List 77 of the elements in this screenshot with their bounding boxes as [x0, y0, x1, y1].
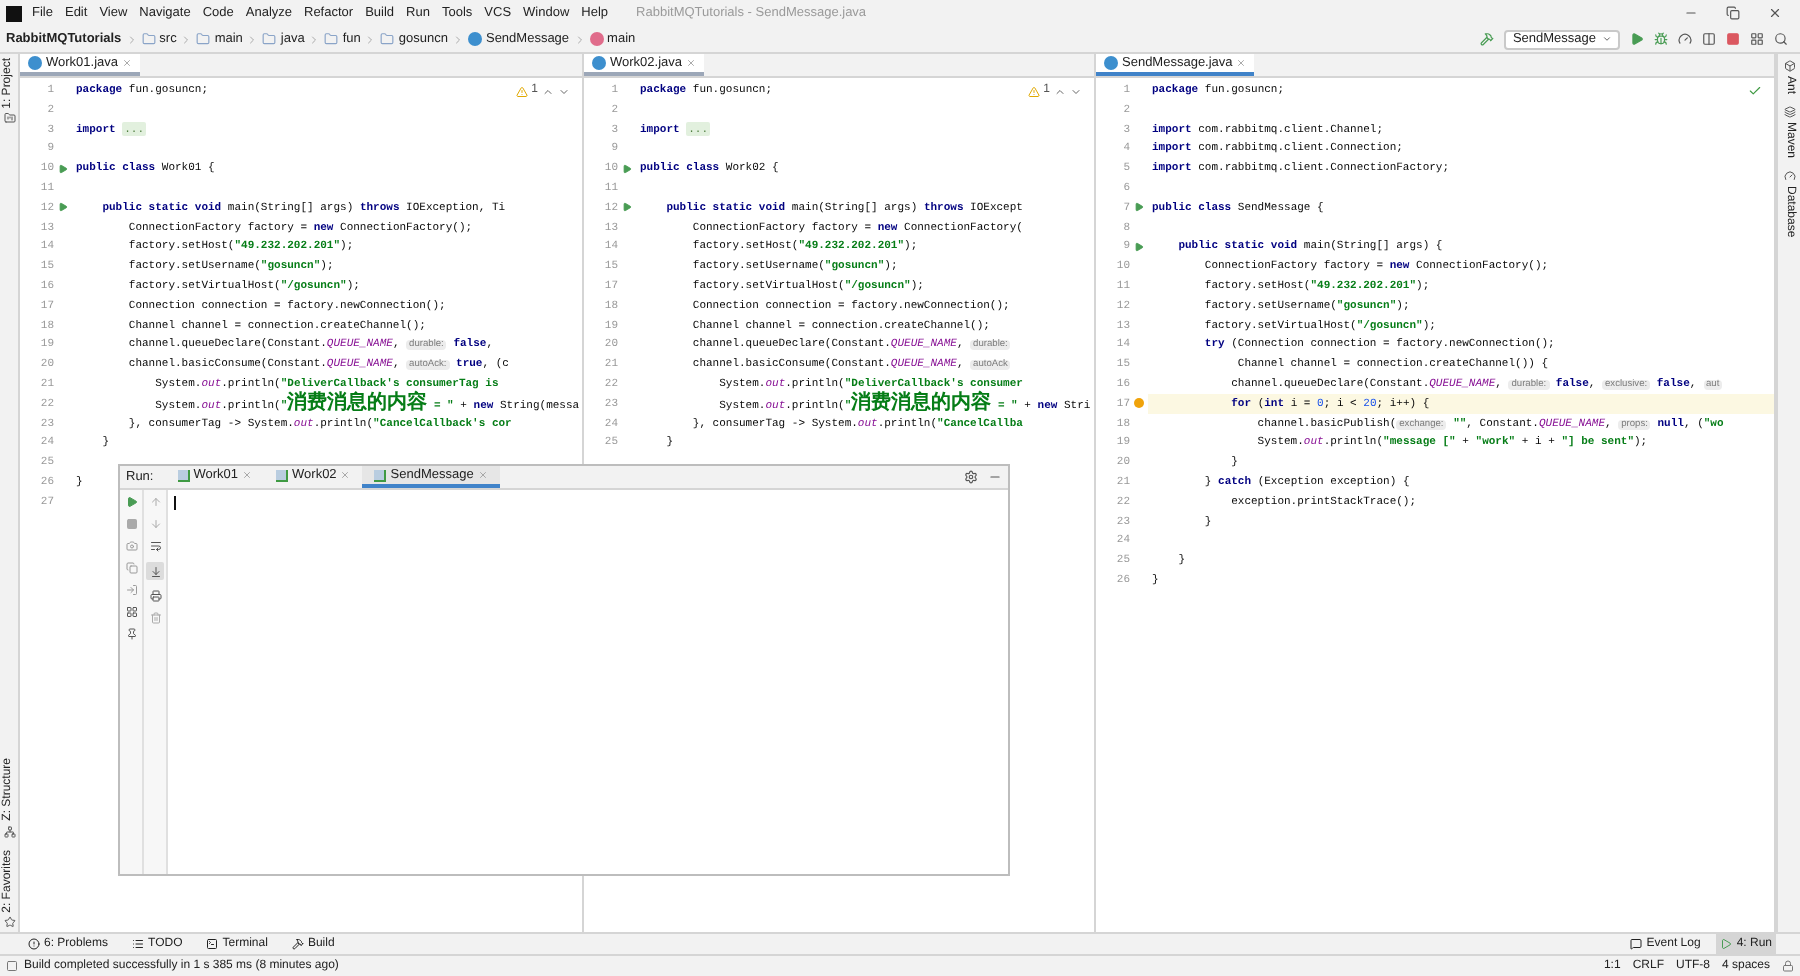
stop-icon[interactable]: [125, 518, 137, 530]
scroll-to-end-toggle[interactable]: [146, 562, 164, 580]
next-icon[interactable]: [558, 85, 570, 97]
lock-icon[interactable]: [1782, 960, 1794, 972]
run-icon[interactable]: [1630, 32, 1644, 46]
warning-icon[interactable]: [515, 85, 528, 97]
restore-icon[interactable]: [1726, 6, 1740, 20]
bug-icon[interactable]: [1654, 32, 1668, 46]
folder-icon: [324, 32, 339, 46]
folder-icon: [262, 32, 277, 46]
warning-icon[interactable]: [1027, 85, 1040, 97]
chevron-icon: [180, 33, 193, 45]
intention-bulb-icon[interactable]: [1133, 398, 1143, 409]
structure-icon: [3, 825, 15, 838]
minimize-icon[interactable]: [1684, 6, 1698, 20]
database-icon: [1783, 170, 1795, 183]
class-file-icon: [1104, 56, 1118, 70]
soft-wrap-icon[interactable]: [149, 540, 161, 552]
run-gutter-icon[interactable]: [1133, 202, 1143, 213]
search-icon[interactable]: [1774, 32, 1788, 46]
method-icon: [589, 32, 604, 46]
problems-icon: [28, 938, 40, 950]
check-icon: [1748, 84, 1762, 98]
stop-icon[interactable]: [1726, 32, 1740, 46]
previous-icon[interactable]: [1054, 85, 1066, 97]
folder-icon: [196, 32, 211, 46]
star-icon: [3, 916, 15, 928]
console-icon: [374, 469, 387, 481]
text-caret: [174, 496, 176, 510]
chevron-icon: [573, 33, 586, 45]
class-file-icon: [28, 56, 42, 70]
class-icon: [467, 32, 482, 46]
terminal-icon: [206, 938, 219, 950]
exit-icon[interactable]: [125, 584, 137, 596]
hammer-icon[interactable]: [1480, 32, 1495, 46]
next-icon[interactable]: [1070, 85, 1082, 97]
camera-icon[interactable]: [125, 540, 137, 552]
folder-icon: [141, 32, 156, 46]
console-icon: [177, 469, 190, 481]
columns-icon[interactable]: [1702, 32, 1716, 46]
ant-icon: [1783, 60, 1795, 72]
run-gutter-icon[interactable]: [1133, 241, 1143, 252]
minimize-icon[interactable]: [988, 470, 1002, 484]
layout-icon[interactable]: [125, 606, 137, 618]
printer-icon[interactable]: [149, 590, 161, 602]
hammer-icon: [291, 938, 304, 950]
folder-icon: [380, 32, 395, 46]
chevron-icon: [125, 33, 138, 45]
run-gutter-icon[interactable]: [57, 202, 67, 213]
list-icon: [132, 938, 145, 950]
copy-icon[interactable]: [125, 562, 137, 574]
class-file-icon: [592, 56, 606, 70]
status-icon[interactable]: [6, 960, 18, 972]
rerun-icon[interactable]: [125, 496, 137, 508]
down-arrow-icon[interactable]: [149, 518, 161, 530]
chevron-icon: [451, 33, 464, 45]
pin-icon[interactable]: [125, 628, 137, 640]
run-gutter-icon[interactable]: [57, 163, 67, 174]
gauge-icon[interactable]: [1678, 32, 1692, 46]
chevron-icon: [308, 33, 321, 45]
project-icon: [3, 112, 15, 125]
caret-icon: [1602, 34, 1612, 44]
up-arrow-icon[interactable]: [149, 496, 161, 508]
trash-icon[interactable]: [149, 612, 161, 624]
settings-icon[interactable]: [964, 470, 978, 484]
run-gutter-icon[interactable]: [621, 202, 631, 213]
event-log-icon: [1630, 938, 1643, 950]
close-icon[interactable]: [1768, 6, 1782, 20]
previous-icon[interactable]: [542, 85, 554, 97]
chevron-icon: [364, 33, 377, 45]
run-gutter-icon[interactable]: [621, 163, 631, 174]
chevron-icon: [246, 33, 259, 45]
layout-icon[interactable]: [1750, 32, 1764, 46]
app-logo-icon: [6, 5, 22, 21]
run-icon: [1720, 938, 1733, 950]
console-icon: [276, 469, 289, 481]
maven-icon: [1783, 106, 1795, 119]
